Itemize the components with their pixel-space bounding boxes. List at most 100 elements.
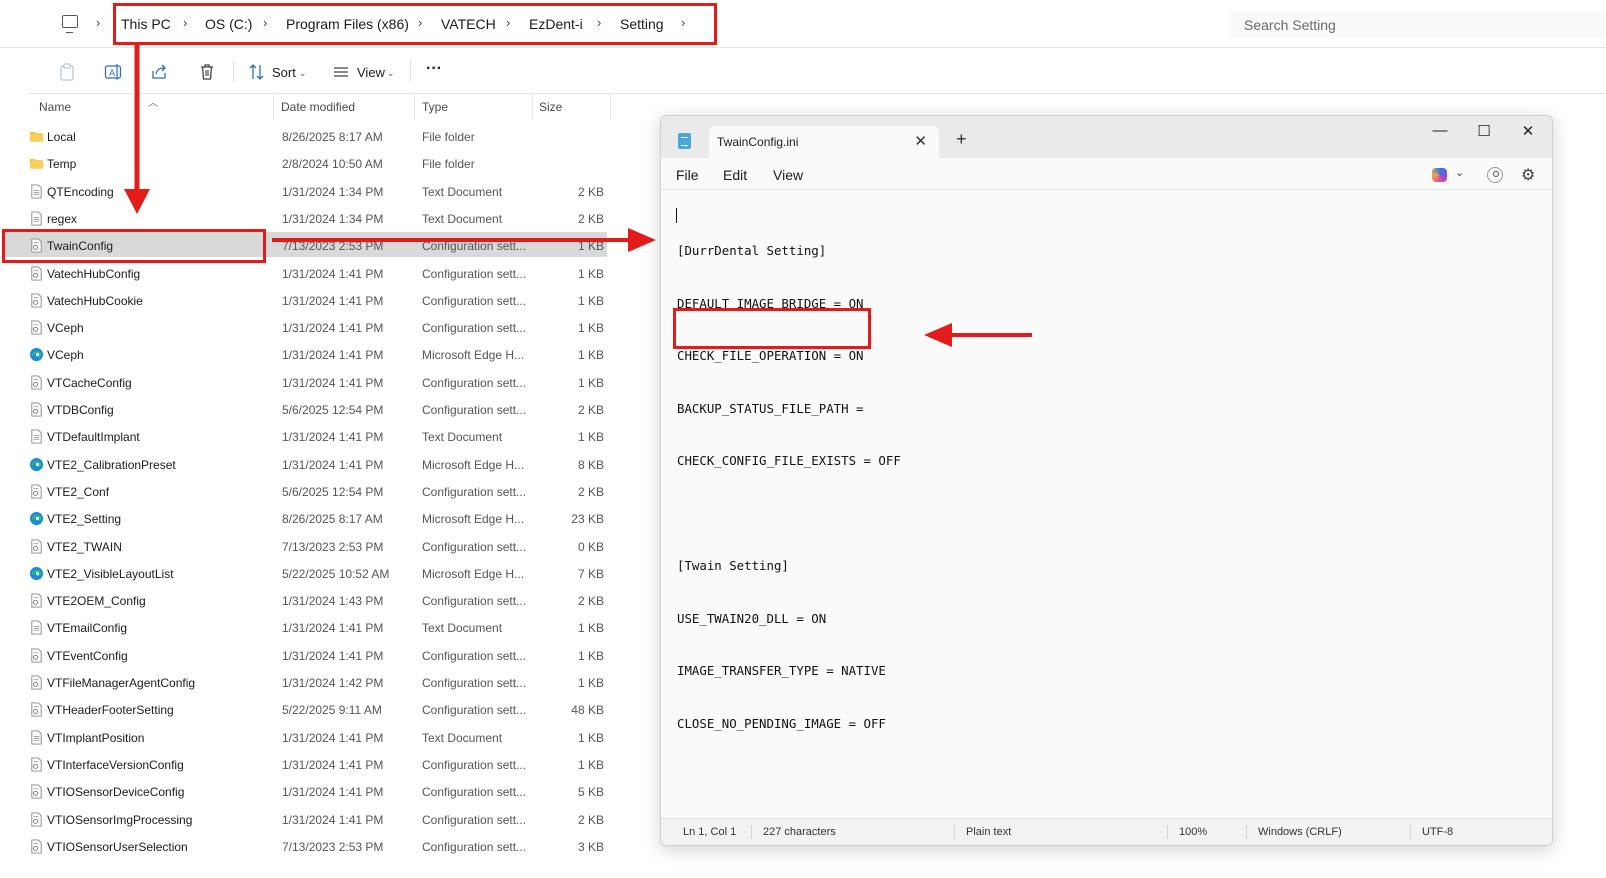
notepad-app-icon [678,133,691,149]
file-row[interactable]: VCeph 1/31/2024 1:41 PM Configuration sett… [0,314,620,341]
column-header-size[interactable]: Size [539,100,562,114]
file-type: Text Document [422,621,503,636]
new-tab-icon[interactable]: + [956,129,967,150]
file-row[interactable]: VatechHubCookie 1/31/2024 1:41 PM Configur… [0,287,620,314]
file-name: VTIOSensorDeviceConfig [47,785,185,800]
status-zoom[interactable]: 100% [1179,826,1207,838]
chevron-down-icon[interactable]: ⌄ [387,68,395,79]
status-divider [751,825,752,839]
minimize-icon[interactable]: — [1425,122,1455,139]
gear-icon[interactable]: ⚙ [1521,165,1535,185]
sort-icon[interactable] [248,63,266,81]
file-row[interactable]: VTHeaderFooterSetting 5/22/2025 9:11 AM Co… [0,696,620,723]
file-name: VTIOSensorImgProcessing [47,812,193,827]
file-date-modified: 1/31/2024 1:41 PM [282,757,384,772]
file-row[interactable]: regex 1/31/2024 1:34 PM Text Document 2 KB [0,205,620,232]
file-row[interactable]: VTE2_TWAIN 7/13/2023 2:53 PM Configuration… [0,533,620,560]
file-row[interactable]: VTIOSensorUserSelection 7/13/2023 2:53 PM… [0,833,620,860]
file-row[interactable]: Local 8/26/2025 8:17 AM File folder [0,123,620,150]
sort-button[interactable]: Sort [272,65,296,80]
file-size: 2 KB [577,211,604,226]
column-header-date[interactable]: Date modified [281,100,355,114]
command-bar: A Sort ⌄ View ⌄ ··· [28,48,1606,94]
file-row[interactable]: VTDBConfig 5/6/2025 12:54 PM Configuration… [0,396,620,423]
menu-file[interactable]: File [676,167,699,183]
file-row[interactable]: VTE2_Setting 8/26/2025 8:17 AM Microsoft E… [0,505,620,532]
file-size: 2 KB [577,594,604,609]
file-row[interactable]: VTEventConfig 1/31/2024 1:41 PM Configurat… [0,642,620,669]
view-button[interactable]: View [357,65,385,80]
status-format[interactable]: Plain text [966,826,1011,838]
file-row[interactable]: QTEncoding 1/31/2024 1:34 PM Text Document… [0,178,620,205]
file-row[interactable]: VTIOSensorImgProcessing 1/31/2024 1:41 PM… [0,806,620,833]
rename-icon[interactable]: A [104,63,122,81]
computer-icon[interactable] [62,15,78,33]
status-cursor-position: Ln 1, Col 1 [683,826,737,838]
file-name: VCeph [47,321,84,336]
chevron-down-icon[interactable]: ⌄ [1455,166,1464,179]
column-header-name[interactable]: Name [39,100,71,114]
file-type: Configuration sett... [422,812,527,827]
file-type: Configuration sett... [422,757,527,772]
chevron-down-icon[interactable]: ⌄ [299,68,307,79]
delete-icon[interactable] [198,63,216,81]
maximize-icon[interactable]: ☐ [1469,122,1499,140]
column-divider[interactable] [532,94,533,120]
config-file-icon [29,811,44,827]
file-name: VTInterfaceVersionConfig [47,757,184,772]
file-type: Configuration sett... [422,839,527,854]
account-icon[interactable] [1487,167,1503,183]
file-row[interactable]: VTE2_Conf 5/6/2025 12:54 PM Configuration … [0,478,620,505]
menu-view[interactable]: View [773,167,803,183]
file-row[interactable]: VCeph 1/31/2024 1:41 PM Microsoft Edge H..… [0,341,620,368]
file-row[interactable]: VTCacheConfig 1/31/2024 1:41 PM Configurat… [0,369,620,396]
column-divider[interactable] [273,94,274,120]
column-divider[interactable] [414,94,415,120]
close-icon[interactable]: ✕ [1513,122,1543,140]
copilot-icon[interactable] [1432,168,1447,182]
chevron-right-icon[interactable]: › [96,15,100,30]
file-date-modified: 7/13/2023 2:53 PM [282,839,384,854]
status-encoding[interactable]: UTF-8 [1422,826,1453,838]
notepad-title-bar[interactable]: TwainConfig.ini ✕ + — ☐ ✕ [661,116,1552,158]
file-type: Configuration sett... [422,703,527,718]
paste-icon[interactable] [58,63,76,81]
file-date-modified: 2/8/2024 10:50 AM [282,157,383,172]
file-date-modified: 5/6/2025 12:54 PM [282,403,384,417]
more-options-button[interactable]: ··· [426,60,442,78]
file-row[interactable]: VTEmailConfig 1/31/2024 1:41 PM Text Docum… [0,614,620,641]
status-divider [1167,825,1168,839]
file-row[interactable]: VTImplantPosition 1/31/2024 1:41 PM Text D… [0,724,620,751]
share-icon[interactable] [150,63,168,81]
column-header-type[interactable]: Type [422,100,448,114]
search-input[interactable]: Search Setting [1228,12,1606,38]
document-icon [29,429,44,444]
file-size: 1 KB [577,266,604,281]
file-row[interactable]: VTE2_VisibleLayoutList 5/22/2025 10:52 AM… [0,560,620,587]
file-type: File folder [422,130,475,144]
file-row[interactable]: Temp 2/8/2024 10:50 AM File folder [0,150,620,177]
column-divider[interactable] [610,94,611,120]
file-name: VatechHubCookie [47,293,143,308]
file-date-modified: 8/26/2025 8:17 AM [282,512,383,527]
close-tab-icon[interactable]: ✕ [914,132,927,150]
view-icon[interactable] [332,63,350,81]
file-row[interactable]: VTFileManagerAgentConfig 1/31/2024 1:42 P… [0,669,620,696]
file-row[interactable]: VTE2OEM_Config 1/31/2024 1:43 PM Configura… [0,587,620,614]
tab-twainconfig[interactable]: TwainConfig.ini ✕ [709,126,939,158]
file-row[interactable]: VTIOSensorDeviceConfig 1/31/2024 1:41 PM C… [0,778,620,805]
file-date-modified: 1/31/2024 1:41 PM [282,785,384,800]
file-date-modified: 1/31/2024 1:41 PM [282,430,384,445]
file-row[interactable]: VTE2_CalibrationPreset 1/31/2024 1:41 PM M… [0,451,620,478]
file-row[interactable]: VTDefaultImplant 1/31/2024 1:41 PM Text Do… [0,423,620,450]
menu-edit[interactable]: Edit [723,167,747,183]
text-editor[interactable]: [DurrDental Setting] DEFAULT_IMAGE_BRIDG… [661,190,1552,820]
folder-icon [29,129,44,144]
status-line-ending[interactable]: Windows (CRLF) [1258,826,1342,838]
file-row[interactable]: VTInterfaceVersionConfig 1/31/2024 1:41 P… [0,751,620,778]
toolbar-divider [233,60,234,82]
file-type: Configuration sett... [422,375,527,390]
document-icon [29,211,44,226]
file-row[interactable]: VatechHubConfig 1/31/2024 1:41 PM Configur… [0,260,620,287]
file-size: 2 KB [577,403,604,417]
